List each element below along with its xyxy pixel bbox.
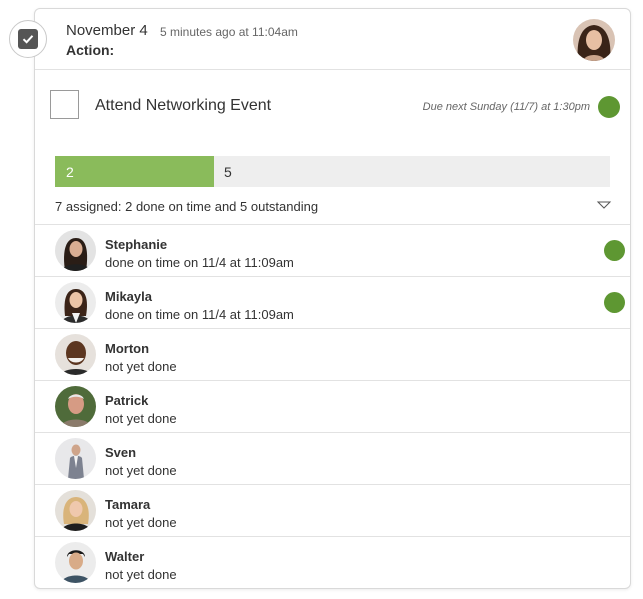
completion-progress-bar: 2 5 [55,156,610,187]
task-type-badge [9,20,47,58]
progress-outstanding-count: 5 [224,164,232,180]
avatar[interactable] [55,438,96,479]
assignee-name: Patrick [105,393,149,408]
assignee-status: not yet done [105,567,177,582]
assignee-status: not yet done [105,515,177,530]
avatar[interactable] [55,490,96,531]
avatar[interactable] [55,282,96,323]
task-complete-checkbox[interactable] [50,90,79,119]
post-date: November 4 [66,22,148,39]
assignee-name: Stephanie [105,237,168,252]
list-item: Mikayla done on time on 11/4 at 11:09am [35,277,630,329]
chevron-down-icon[interactable] [596,199,612,211]
owner-avatar[interactable] [573,19,615,61]
card-header: November 4 5 minutes ago at 11:04am Acti… [35,9,630,70]
assignee-name: Morton [105,341,150,356]
action-card: November 4 5 minutes ago at 11:04am Acti… [34,8,631,589]
avatar[interactable] [55,230,96,271]
avatar[interactable] [55,542,96,583]
assignee-status: done on time on 11/4 at 11:09am [105,307,294,322]
assignee-name: Sven [105,445,137,460]
assignee-status: done on time on 11/4 at 11:09am [105,255,294,270]
list-item: Stephanie done on time on 11/4 at 11:09a… [35,225,630,277]
checkbox-checked-icon [18,29,38,49]
done-status-dot [604,240,625,261]
task-status-dot [598,96,620,118]
list-item: Sven not yet done [35,433,630,485]
assignee-status: not yet done [105,359,177,374]
post-time: 5 minutes ago at 11:04am [160,25,298,39]
list-item: Morton not yet done [35,329,630,381]
progress-done-segment [55,156,214,187]
activity-stage: November 4 5 minutes ago at 11:04am Acti… [0,0,643,599]
list-item: Patrick not yet done [35,381,630,433]
assignment-summary: 7 assigned: 2 done on time and 5 outstan… [55,199,319,214]
assignee-status: not yet done [105,411,177,426]
action-label: Action: [66,42,115,58]
assignee-name: Mikayla [105,289,152,304]
progress-done-count: 2 [66,164,74,180]
list-item: Walter not yet done [35,537,630,588]
assignee-status: not yet done [105,463,177,478]
done-status-dot [604,292,625,313]
avatar[interactable] [55,334,96,375]
assignee-list: Stephanie done on time on 11/4 at 11:09a… [35,224,630,588]
task-row: Attend Networking Event Due next Sunday … [35,71,630,143]
assignee-name: Walter [105,549,145,564]
avatar[interactable] [55,386,96,427]
task-title: Attend Networking Event [95,97,272,114]
assignee-name: Tamara [105,497,151,512]
task-due-date: Due next Sunday (11/7) at 1:30pm [422,101,590,113]
list-item: Tamara not yet done [35,485,630,537]
